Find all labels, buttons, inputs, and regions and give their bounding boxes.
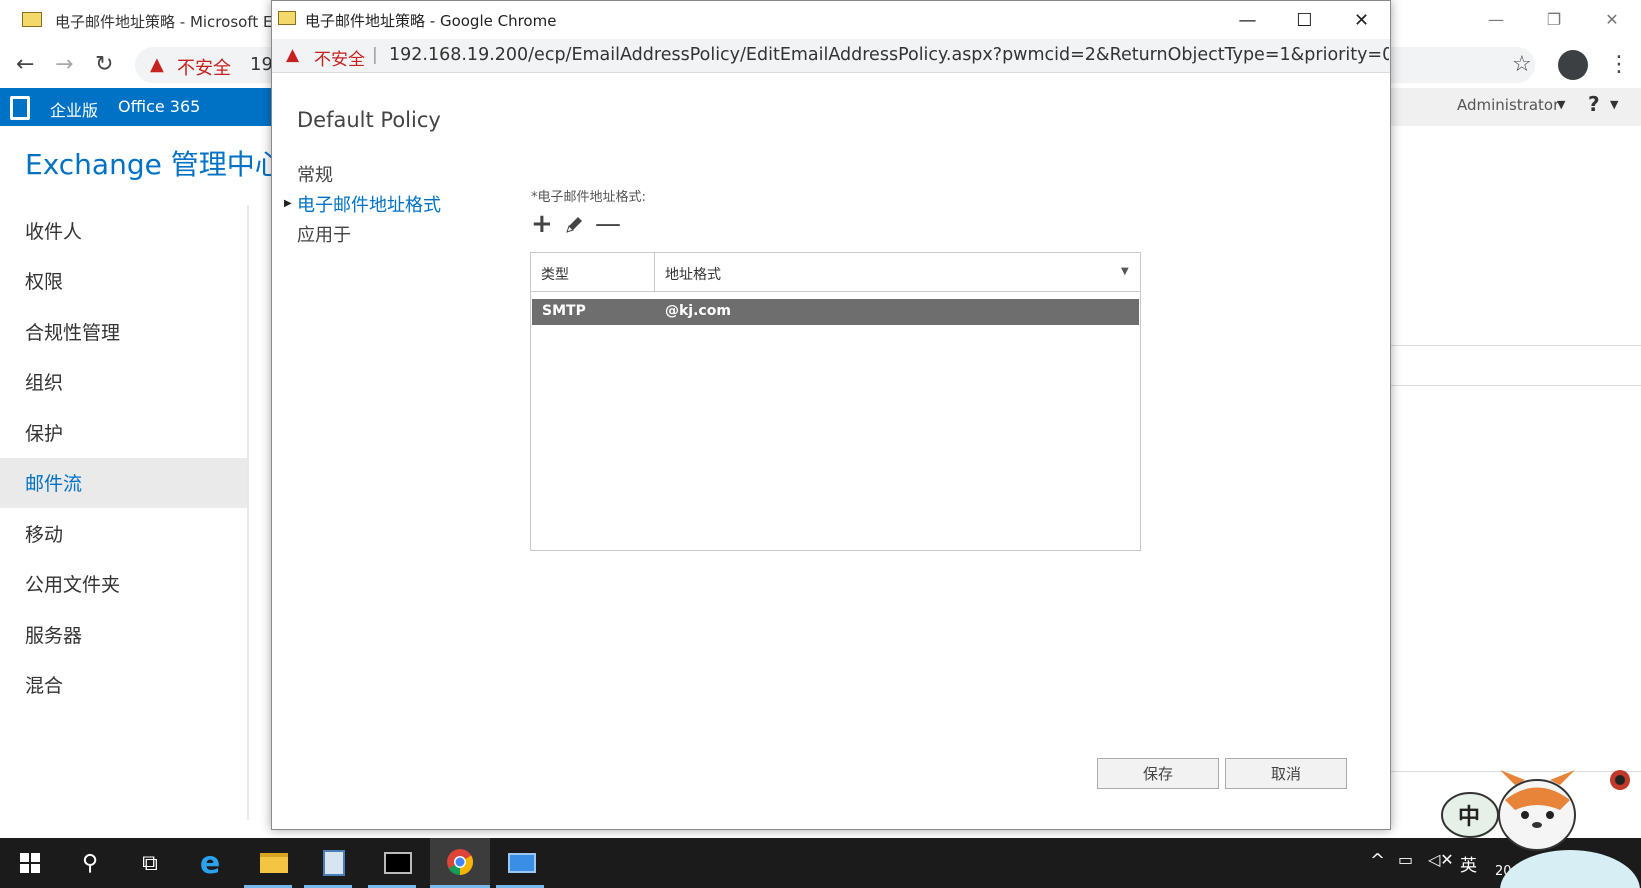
command-prompt-icon[interactable] (368, 838, 428, 888)
divider (1390, 385, 1641, 386)
forward-arrow-icon[interactable]: → (55, 52, 73, 77)
cancel-button[interactable]: 取消 (1225, 758, 1347, 789)
nav-item-organization[interactable]: 组织 (0, 357, 248, 408)
eac-navigation: 收件人 权限 合规性管理 组织 保护 邮件流 移动 公用文件夹 服务器 混合 (0, 205, 248, 710)
nav-item-mobile[interactable]: 移动 (0, 508, 248, 559)
column-separator (654, 253, 655, 292)
url-separator: | (372, 45, 378, 65)
maximize-icon[interactable]: ☐ (1276, 1, 1333, 39)
section-apply-to[interactable]: 应用于 (297, 221, 441, 251)
minimize-icon[interactable]: — (1467, 0, 1525, 38)
more-menu-icon[interactable]: ⋮ (1608, 52, 1630, 77)
o365-edition-label[interactable]: 企业版 (50, 97, 98, 121)
minimize-icon[interactable]: — (1219, 1, 1276, 39)
back-arrow-icon[interactable]: ← (16, 52, 34, 77)
edit-pencil-icon[interactable] (563, 214, 585, 236)
section-navigation: 常规 ▶ 电子邮件地址格式 应用于 (284, 161, 441, 251)
search-icon[interactable]: ⚲ (60, 838, 120, 888)
caret-down-icon[interactable]: ▼ (1557, 98, 1565, 111)
tab-favicon-icon (22, 12, 42, 27)
restore-icon[interactable]: ❐ (1525, 0, 1583, 38)
bookmark-star-icon[interactable]: ☆ (1512, 52, 1532, 77)
cat-mascot-icon[interactable]: 中 (1440, 770, 1641, 888)
popup-insecure-label[interactable]: 不安全 (314, 45, 365, 70)
background-url[interactable]: 19 (250, 54, 273, 75)
popup-window-controls: — ☐ ✕ (1219, 1, 1390, 39)
office-logo-icon[interactable] (10, 96, 30, 120)
cell-type: SMTP (542, 303, 586, 319)
popup-titlebar[interactable]: 电子邮件地址策略 - Google Chrome — ☐ ✕ (272, 1, 1390, 39)
cell-address-format: @kj.com (665, 303, 731, 319)
windows-start-icon[interactable] (0, 838, 60, 888)
server-manager-icon[interactable] (304, 838, 364, 888)
internet-explorer-icon[interactable]: e (180, 838, 240, 888)
mail-policy-icon (278, 11, 296, 25)
popup-window-title: 电子邮件地址策略 - Google Chrome (305, 12, 557, 30)
o365-product-label[interactable]: Office 365 (118, 97, 200, 116)
background-window-controls: — ❐ ✕ (1467, 0, 1641, 38)
section-general[interactable]: 常规 (297, 161, 441, 191)
chrome-icon[interactable] (430, 838, 490, 888)
close-icon[interactable]: ✕ (1583, 0, 1641, 38)
policy-name-heading: Default Policy (297, 108, 441, 132)
nav-divider (247, 205, 249, 820)
show-hidden-icons-chevron-icon[interactable]: ^ (1370, 850, 1385, 871)
divider (1390, 345, 1641, 346)
policy-popup-window: 电子邮件地址策略 - Google Chrome — ☐ ✕ ▲ 不安全 | 1… (271, 0, 1391, 830)
column-header-type[interactable]: 类型 (541, 264, 569, 284)
nav-item-protection[interactable]: 保护 (0, 407, 248, 458)
nav-item-compliance[interactable]: 合规性管理 (0, 306, 248, 357)
account-icon[interactable] (1558, 50, 1588, 80)
caret-down-icon[interactable]: ▼ (1610, 98, 1618, 111)
nav-item-servers[interactable]: 服务器 (0, 609, 248, 660)
popup-url[interactable]: 192.168.19.200/ecp/EmailAddressPolicy/Ed… (389, 45, 1389, 65)
nav-item-mail-flow[interactable]: 邮件流 (0, 457, 248, 508)
nav-item-recipients[interactable]: 收件人 (0, 205, 248, 256)
user-menu[interactable]: Administrator (1457, 96, 1559, 114)
save-button[interactable]: 保存 (1097, 758, 1219, 789)
warning-icon: ▲ (286, 45, 300, 65)
mascot-ime-label: 中 (1458, 805, 1480, 830)
address-format-grid: 类型 地址格式 ▼ SMTP @kj.com (530, 252, 1141, 551)
remove-icon[interactable]: — (595, 211, 621, 237)
task-view-icon[interactable]: ⧉ (120, 838, 180, 888)
network-icon[interactable]: ▭ (1398, 850, 1413, 869)
section-email-address-format[interactable]: ▶ 电子邮件地址格式 (284, 191, 441, 221)
nav-item-permissions[interactable]: 权限 (0, 256, 248, 307)
sort-caret-icon[interactable]: ▼ (1121, 266, 1129, 277)
section-label: 电子邮件地址格式 (297, 195, 441, 216)
file-explorer-icon[interactable] (244, 838, 304, 888)
column-header-address-format[interactable]: 地址格式 (665, 264, 721, 284)
table-row[interactable]: SMTP @kj.com (532, 299, 1139, 325)
background-insecure-label[interactable]: 不安全 (177, 54, 231, 80)
exchange-app-icon[interactable] (492, 838, 552, 888)
add-icon[interactable]: + (531, 211, 553, 237)
close-icon[interactable]: ✕ (1333, 1, 1390, 39)
background-tab-title[interactable]: 电子邮件地址策略 - Microsoft E (55, 11, 272, 32)
nav-item-hybrid[interactable]: 混合 (0, 660, 248, 711)
caret-right-icon: ▶ (284, 198, 292, 209)
nav-item-public-folders[interactable]: 公用文件夹 (0, 559, 248, 610)
warning-icon: ▲ (150, 54, 164, 75)
reload-icon[interactable]: ↻ (95, 52, 113, 77)
grid-header: 类型 地址格式 ▼ (531, 253, 1140, 292)
eac-title: Exchange 管理中心 (25, 148, 283, 181)
help-icon[interactable]: ? (1588, 92, 1600, 116)
address-format-label: *电子邮件地址格式: (531, 190, 646, 205)
